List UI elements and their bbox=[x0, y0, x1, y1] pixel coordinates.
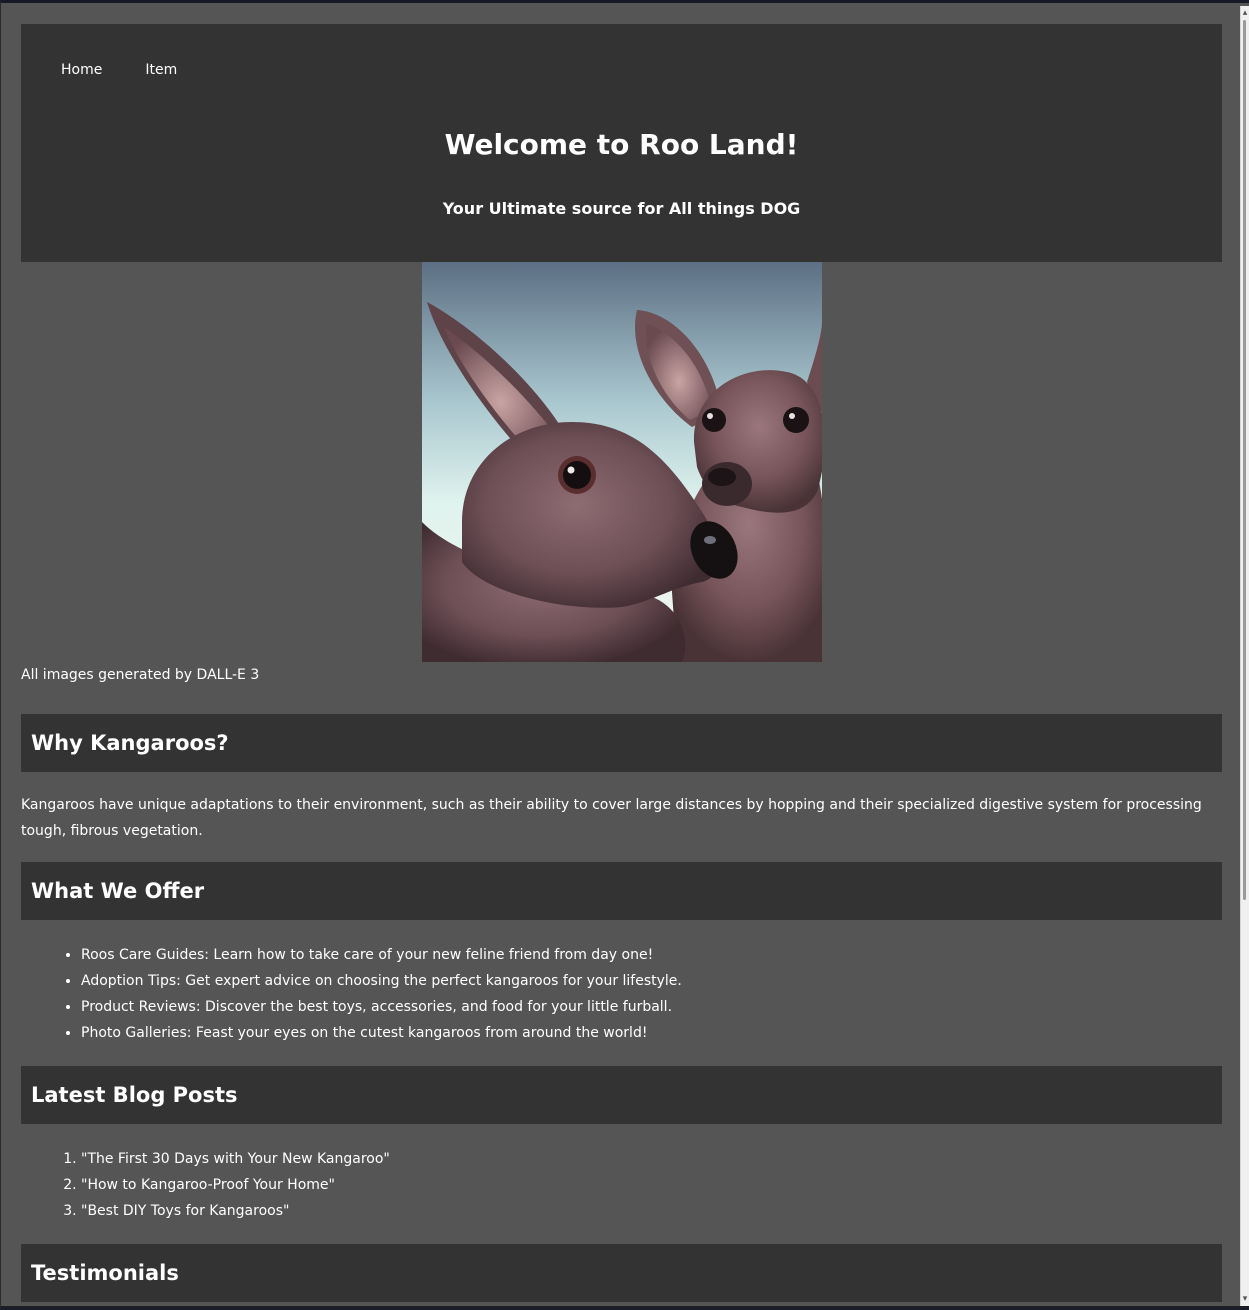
scroll-up-icon[interactable]: ▴ bbox=[1241, 8, 1249, 18]
offer-list: Roos Care Guides: Learn how to take care… bbox=[21, 942, 1222, 1046]
list-item[interactable]: "Best DIY Toys for Kangaroos" bbox=[81, 1198, 1222, 1224]
section-heading-why: Why Kangaroos? bbox=[21, 714, 1222, 772]
section-heading-blog: Latest Blog Posts bbox=[21, 1066, 1222, 1124]
blog-post-list: "The First 30 Days with Your New Kangaro… bbox=[21, 1146, 1222, 1224]
scrollbar-thumb[interactable] bbox=[1243, 20, 1246, 900]
page-title: Welcome to Roo Land! bbox=[444, 128, 799, 161]
page-subtitle: Your Ultimate source for All things DOG bbox=[442, 199, 801, 218]
nav-link-home[interactable]: Home bbox=[61, 62, 102, 78]
vertical-scrollbar[interactable]: ▴ ▾ bbox=[1240, 6, 1249, 1306]
image-credit: All images generated by DALL-E 3 bbox=[21, 667, 260, 683]
browser-viewport: Home Item Welcome to Roo Land! Your Ulti… bbox=[0, 0, 1249, 1310]
kangaroo-image bbox=[422, 262, 822, 662]
top-nav: Home Item bbox=[61, 62, 220, 78]
nav-link-item[interactable]: Item bbox=[145, 62, 177, 78]
kangaroo-illustration bbox=[422, 262, 822, 662]
scroll-down-icon[interactable]: ▾ bbox=[1241, 1294, 1249, 1304]
section-heading-offer: What We Offer bbox=[21, 862, 1222, 920]
hero-image-container bbox=[21, 262, 1222, 662]
site-header: Home Item Welcome to Roo Land! Your Ulti… bbox=[21, 24, 1222, 262]
list-item: Adoption Tips: Get expert advice on choo… bbox=[81, 968, 1222, 994]
section-heading-testimonials: Testimonials bbox=[21, 1244, 1222, 1302]
list-item[interactable]: "How to Kangaroo-Proof Your Home" bbox=[81, 1172, 1222, 1198]
why-paragraph: Kangaroos have unique adaptations to the… bbox=[21, 797, 1202, 839]
list-item: Roos Care Guides: Learn how to take care… bbox=[81, 942, 1222, 968]
list-item: Product Reviews: Discover the best toys,… bbox=[81, 994, 1222, 1020]
list-item[interactable]: "The First 30 Days with Your New Kangaro… bbox=[81, 1146, 1222, 1172]
page-content: Home Item Welcome to Roo Land! Your Ulti… bbox=[21, 24, 1222, 1302]
list-item: Photo Galleries: Feast your eyes on the … bbox=[81, 1020, 1222, 1046]
